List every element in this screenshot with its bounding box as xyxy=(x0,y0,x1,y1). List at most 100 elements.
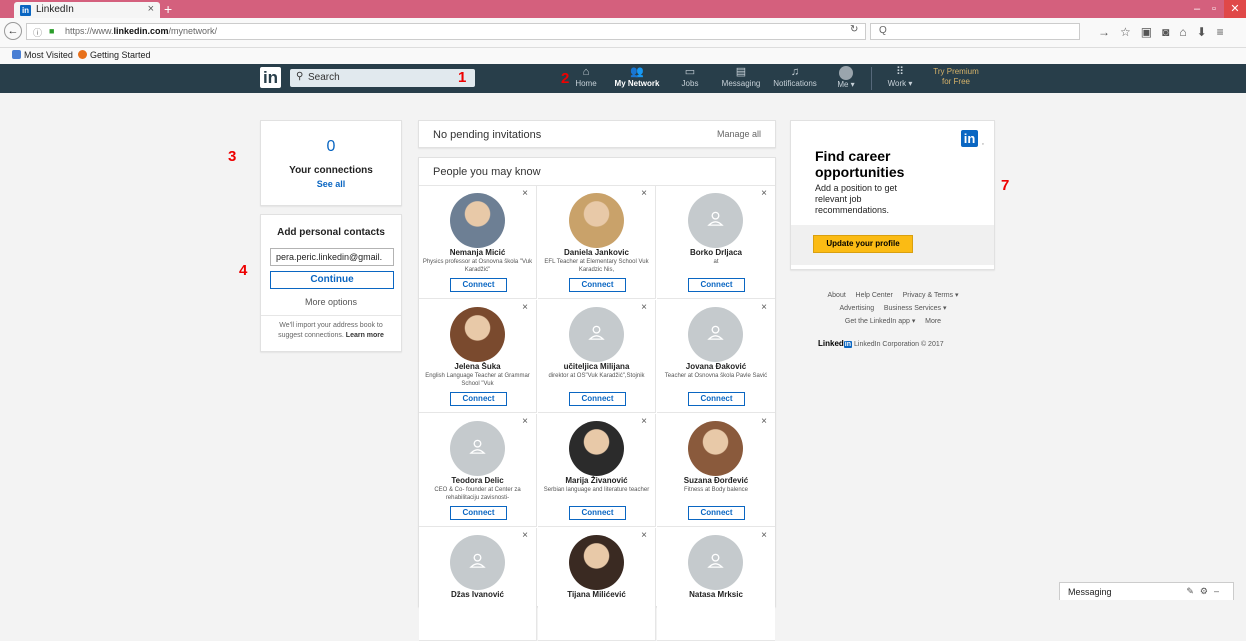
back-arrow-icon[interactable]: ← xyxy=(4,22,22,40)
close-tab-icon[interactable]: × xyxy=(148,3,154,15)
profile-photo[interactable] xyxy=(569,421,624,476)
nav-my-network[interactable]: 👥 My Network xyxy=(609,66,665,88)
profile-photo[interactable] xyxy=(450,193,505,248)
marker-1: 1 xyxy=(458,69,467,86)
footer-link[interactable]: Business Services ▾ xyxy=(884,305,947,312)
person-name[interactable]: Suzana Đorđević xyxy=(657,476,775,485)
placeholder-avatar-icon[interactable] xyxy=(569,307,624,362)
lock-icon: ■ xyxy=(49,26,55,36)
dismiss-icon[interactable]: × xyxy=(641,530,647,541)
continue-button[interactable]: Continue xyxy=(270,271,394,289)
dismiss-icon[interactable]: × xyxy=(761,188,767,199)
connect-button[interactable]: Connect xyxy=(450,278,507,292)
footer-link[interactable]: Get the LinkedIn app ▾ xyxy=(845,318,915,325)
browser-toolbar-icons[interactable]: →☆▣◙⌂⬇≡ xyxy=(1098,25,1234,39)
dismiss-icon[interactable]: × xyxy=(641,416,647,427)
window-close-icon[interactable]: ✕ xyxy=(1224,0,1246,18)
profile-photo[interactable] xyxy=(450,307,505,362)
person-name[interactable]: učiteljica Milijana xyxy=(538,362,655,371)
dismiss-icon[interactable]: × xyxy=(761,302,767,313)
person-name[interactable]: Borko Drljaca xyxy=(657,248,775,257)
email-field[interactable]: pera.peric.linkedin@gmail. xyxy=(270,248,394,266)
dismiss-icon[interactable]: × xyxy=(522,416,528,427)
footer-brand: Linked xyxy=(818,339,844,348)
placeholder-avatar-icon[interactable] xyxy=(688,535,743,590)
person-name[interactable]: Jovana Đaković xyxy=(657,362,775,371)
connect-button[interactable]: Connect xyxy=(688,392,745,406)
connect-button[interactable]: Connect xyxy=(688,506,745,520)
connect-button[interactable]: Connect xyxy=(569,506,626,520)
person-name[interactable]: Marija Živanović xyxy=(538,476,655,485)
dismiss-icon[interactable]: × xyxy=(641,302,647,313)
person-card: × Daniela Jankovic EFL Teacher at Elementa… xyxy=(538,186,656,299)
person-name[interactable]: Jelena Šuka xyxy=(419,362,536,371)
footer-link[interactable]: More xyxy=(925,318,941,325)
dismiss-icon[interactable]: × xyxy=(641,188,647,199)
person-name[interactable]: Natasa Mrksic xyxy=(657,590,775,599)
try-premium-link[interactable]: Try Premium for Free xyxy=(928,67,984,87)
nav-jobs[interactable]: ▭ Jobs xyxy=(662,66,718,88)
dismiss-icon[interactable]: × xyxy=(522,302,528,313)
career-ad-card: in ◦ Find career opportunities Add a pos… xyxy=(790,120,995,270)
placeholder-avatar-icon[interactable] xyxy=(688,193,743,248)
copyright-text: LinkedIn Corporation © 2017 xyxy=(854,341,944,348)
connect-button[interactable]: Connect xyxy=(569,278,626,292)
see-all-link[interactable]: See all xyxy=(261,179,401,189)
person-headline: Fitness at Body balence xyxy=(683,487,749,493)
search-input[interactable]: ⚲ Search xyxy=(290,69,475,87)
person-name[interactable]: Džas Ivanović xyxy=(419,590,536,599)
person-name[interactable]: Tijana Milićević xyxy=(538,590,655,599)
footer-link[interactable]: Help Center xyxy=(856,292,893,299)
dismiss-icon[interactable]: × xyxy=(522,530,528,541)
profile-photo[interactable] xyxy=(688,421,743,476)
dismiss-icon[interactable]: × xyxy=(761,530,767,541)
placeholder-avatar-icon[interactable] xyxy=(450,421,505,476)
new-tab-button[interactable]: + xyxy=(164,1,172,17)
messaging-actions-icons[interactable]: ✎⚙– xyxy=(1186,586,1225,597)
placeholder-avatar-icon[interactable] xyxy=(450,535,505,590)
no-invitations-text: No pending invitations xyxy=(433,129,542,141)
search-icon: ⚲ xyxy=(296,71,304,82)
linkedin-logo[interactable]: in xyxy=(260,67,281,88)
nav-work[interactable]: ⠿ Work ▾ xyxy=(872,66,928,88)
more-options-link[interactable]: More options xyxy=(261,297,401,307)
minimize-icon[interactable]: – xyxy=(1190,0,1204,18)
browser-search-input[interactable]: Q xyxy=(870,23,1080,40)
learn-more-link[interactable]: Learn more xyxy=(346,332,384,339)
nav-me[interactable]: Me ▾ xyxy=(818,66,874,89)
maximize-icon[interactable]: ▫ xyxy=(1207,0,1221,18)
person-name[interactable]: Teodora Delic xyxy=(419,476,536,485)
connect-button[interactable]: Connect xyxy=(450,392,507,406)
nav-notifications[interactable]: ♫ Notifications xyxy=(767,66,823,88)
address-bar[interactable]: ⓘ ■ https://www.linkedin.com/mynetwork/ xyxy=(26,23,866,40)
connect-button[interactable]: Connect xyxy=(569,392,626,406)
person-card: × Marija Živanović Serbian language and li… xyxy=(538,414,656,527)
manage-all-link[interactable]: Manage all xyxy=(717,129,761,139)
person-name[interactable]: Nemanja Micić xyxy=(419,248,536,257)
messaging-label: Messaging xyxy=(1068,587,1112,597)
dismiss-icon[interactable]: × xyxy=(761,416,767,427)
reload-icon[interactable]: ↻ xyxy=(850,24,858,35)
footer-link[interactable]: Advertising xyxy=(839,305,874,312)
messaging-bar[interactable]: Messaging ✎⚙– xyxy=(1059,582,1234,600)
nav-messaging[interactable]: ▤ Messaging xyxy=(713,66,769,88)
connect-button[interactable]: Connect xyxy=(450,506,507,520)
placeholder-avatar-icon[interactable] xyxy=(688,307,743,362)
person-headline: English Language Teacher at Grammar Scho… xyxy=(425,373,530,387)
person-headline: EFL Teacher at Elementary School Vuk Kar… xyxy=(544,259,649,273)
info-icon[interactable]: ⓘ xyxy=(33,26,42,39)
profile-photo[interactable] xyxy=(569,535,624,590)
footer-link[interactable]: About xyxy=(827,292,845,299)
dismiss-icon[interactable]: × xyxy=(522,188,528,199)
update-profile-button[interactable]: Update your profile xyxy=(813,235,913,253)
connect-button[interactable]: Connect xyxy=(688,278,745,292)
bookmark-getting-started[interactable]: Getting Started xyxy=(78,50,151,60)
pymk-grid: × Nemanja Micić Physics professor at Osnov… xyxy=(419,185,775,641)
footer-link[interactable]: Privacy & Terms ▾ xyxy=(903,292,959,299)
jobs-icon: ▭ xyxy=(684,66,696,78)
profile-photo[interactable] xyxy=(569,193,624,248)
person-name[interactable]: Daniela Jankovic xyxy=(538,248,655,257)
browser-tab-linkedin[interactable]: in LinkedIn × xyxy=(14,2,160,18)
bookmark-most-visited[interactable]: Most Visited xyxy=(12,50,73,60)
ad-description: Add a position to get relevant job recom… xyxy=(815,183,898,215)
